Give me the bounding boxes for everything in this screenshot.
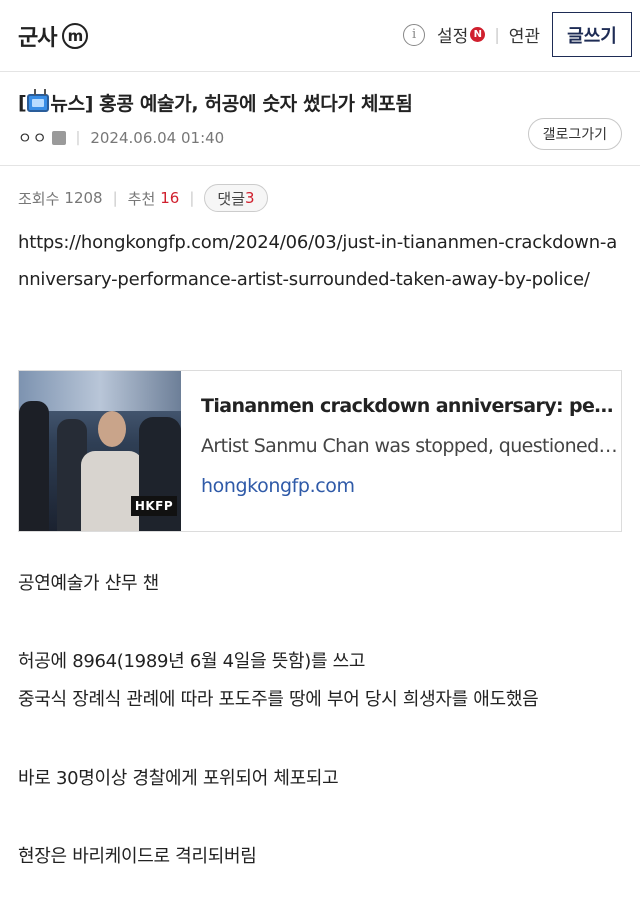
gallery-brand[interactable]: 군사 m [18, 20, 89, 52]
article-url[interactable]: https://hongkongfp.com/2024/06/03/just-i… [18, 224, 628, 298]
related-link[interactable]: 연관 [509, 22, 540, 47]
fluid-nick-icon [51, 130, 66, 145]
body-paragraph: 중국식 장례식 관례에 따라 포도주를 땅에 부어 당시 희생자를 애도했음 [18, 689, 539, 710]
comments-label: 댓글 [217, 189, 246, 208]
likes-count: 16 [160, 189, 180, 207]
link-preview-description: Artist Sanmu Chan was stopped, questione… [201, 435, 621, 457]
top-bar: 군사 m i 설정 N | 연관 글쓰기 [0, 0, 640, 72]
link-preview-domain: hongkongfp.com [201, 475, 355, 497]
tv-icon [27, 93, 50, 112]
title-bracket: [ [18, 91, 27, 114]
post-date: 2024.06.04 01:40 [90, 128, 225, 147]
write-post-button[interactable]: 글쓰기 [552, 12, 632, 57]
post-title: [ 뉴스] 홍콩 예술가, 허공에 숫자 썼다가 체포됨 [18, 89, 413, 116]
author-nickname[interactable]: ㅇㅇ [18, 127, 48, 148]
new-badge: N [470, 27, 486, 42]
post-stats: 조회수 1208 | 추천 16 | 댓글 3 [18, 184, 268, 212]
comments-count: 3 [245, 189, 255, 207]
top-actions: i 설정 N | 연관 글쓰기 [403, 12, 632, 57]
body-paragraph: 현장은 바리케이드로 격리되버림 [18, 846, 257, 867]
post-header: [ 뉴스] 홍콩 예술가, 허공에 숫자 썼다가 체포됨 ㅇㅇ | 2024.0… [0, 72, 640, 166]
comments-button[interactable]: 댓글 3 [204, 184, 268, 212]
link-preview-text: Tiananmen crackdown anniversary: perform… [181, 371, 621, 531]
link-preview-card[interactable]: HKFP Tiananmen crackdown anniversary: pe… [18, 370, 622, 532]
gallog-button[interactable]: 갤로그가기 [527, 118, 622, 150]
divider: | [75, 129, 81, 146]
info-icon[interactable]: i [403, 23, 426, 46]
hkfp-watermark: HKFP [131, 496, 177, 516]
likes-label: 추천 [127, 189, 156, 208]
link-preview-title: Tiananmen crackdown anniversary: perform… [201, 395, 621, 417]
settings-link[interactable]: 설정 N [437, 22, 486, 47]
body-paragraph: 허공에 8964(1989년 6월 4일을 뜻함)를 쓰고 [18, 651, 366, 672]
body-paragraph: 바로 30명이상 경찰에게 포위되어 체포되고 [18, 768, 339, 789]
post-meta: ㅇㅇ | 2024.06.04 01:40 [18, 127, 224, 148]
views-label: 조회수 [18, 189, 60, 208]
settings-label: 설정 [437, 27, 469, 47]
gallery-title[interactable]: 군사 [18, 20, 57, 52]
divider: | [494, 25, 500, 44]
post-category: 뉴스] [50, 93, 94, 115]
link-preview-image: HKFP [19, 371, 181, 531]
divider: | [112, 189, 118, 207]
post-title-text: 홍콩 예술가, 허공에 숫자 썼다가 체포됨 [99, 93, 413, 115]
minor-gallery-icon: m [62, 23, 89, 49]
divider: | [189, 189, 195, 207]
views-count: 1208 [64, 189, 103, 207]
body-paragraph: 공연예술가 샨무 챈 [18, 573, 159, 594]
